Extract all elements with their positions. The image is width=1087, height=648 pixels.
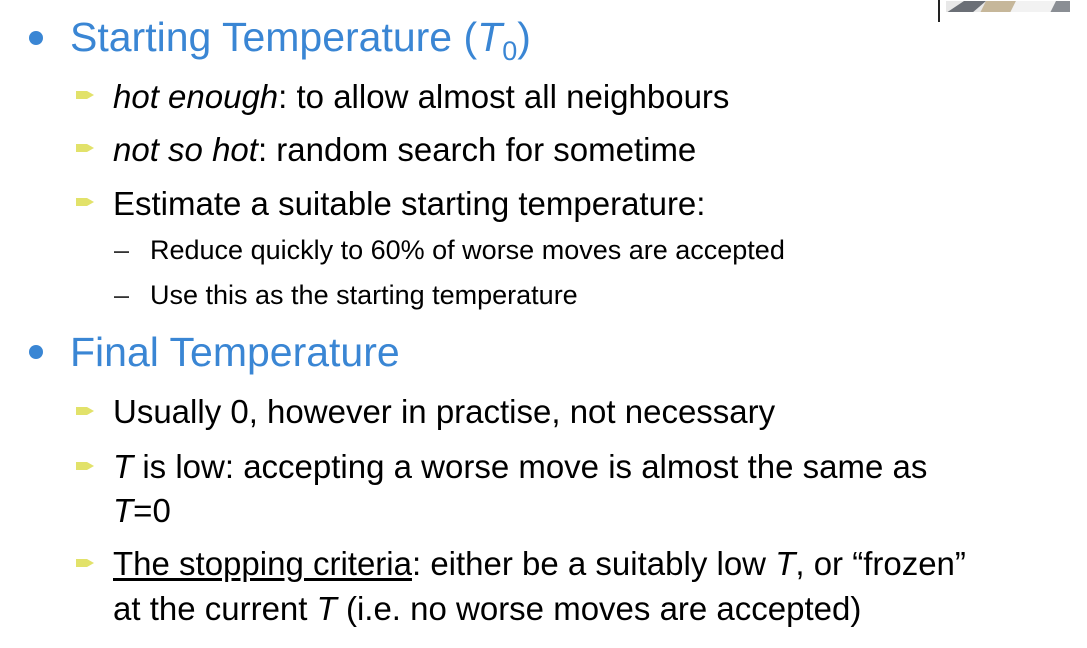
arrow-bullet-icon [76, 91, 94, 99]
list-item-continuation: T=0 [113, 492, 171, 529]
corner-divider [938, 0, 940, 22]
sub-list-item: Reduce quickly to 60% of worse moves are… [150, 235, 785, 265]
sub-list-item: Use this as the starting temperature [150, 280, 578, 310]
dash-icon: – [114, 235, 130, 265]
list-item: T is low: accepting a worse move is almo… [113, 448, 928, 485]
list-item: Estimate a suitable starting temperature… [113, 185, 706, 222]
list-item-continuation: at the current T (i.e. no worse moves ar… [113, 590, 862, 627]
heading-bullet-icon [29, 345, 43, 359]
corner-image [946, 0, 1070, 12]
heading-bullet-icon [29, 31, 43, 45]
arrow-bullet-icon [76, 462, 94, 470]
section-heading-starting-temperature: Starting Temperature (T0) [70, 14, 531, 66]
dash-icon: – [114, 280, 130, 310]
arrow-bullet-icon [76, 144, 94, 152]
arrow-bullet-icon [76, 198, 94, 206]
list-item: hot enough: to allow almost all neighbou… [113, 78, 730, 115]
list-item: The stopping criteria: either be a suita… [113, 545, 966, 582]
arrow-bullet-icon [76, 407, 94, 415]
list-item: not so hot: random search for sometime [113, 131, 697, 168]
section-heading-final-temperature: Final Temperature [70, 329, 400, 375]
arrow-bullet-icon [76, 559, 94, 567]
list-item: Usually 0, however in practise, not nece… [113, 393, 776, 430]
